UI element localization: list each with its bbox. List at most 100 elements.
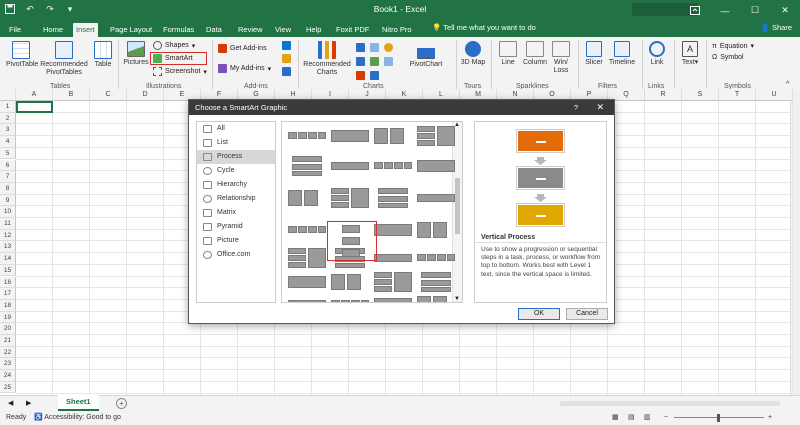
row-header[interactable]: 15 (0, 264, 16, 277)
layout-thumbnail[interactable] (374, 272, 412, 292)
column-header[interactable]: T (719, 89, 756, 101)
row-header[interactable]: 14 (0, 253, 16, 265)
layout-thumbnail[interactable] (374, 126, 412, 146)
text-button[interactable]: A Text▾ (678, 41, 702, 67)
tab-help[interactable]: Help (303, 23, 324, 37)
tab-formulas[interactable]: Formulas (160, 23, 197, 37)
row-header[interactable]: 20 (0, 323, 16, 335)
layout-thumbnail[interactable] (374, 248, 412, 268)
row-header[interactable]: 1 (0, 101, 16, 113)
row-header[interactable]: 6 (0, 159, 16, 172)
hierarchy-chart-icon[interactable] (370, 43, 379, 52)
scroll-right-icon[interactable]: ▶ (26, 399, 31, 407)
horizontal-scrollbar[interactable] (560, 401, 780, 406)
layout-thumbnail[interactable] (288, 294, 326, 302)
sparkline-column-button[interactable]: Column (521, 41, 549, 67)
accessibility-status[interactable]: ♿ Accessibility: Good to go (34, 411, 121, 425)
row-header[interactable]: 5 (0, 147, 16, 160)
tab-file[interactable]: File (6, 23, 24, 37)
category-office-com[interactable]: Office.com (197, 248, 275, 262)
layout-thumbnail[interactable] (417, 156, 455, 176)
column-header[interactable]: B (53, 89, 90, 101)
collapse-ribbon-icon[interactable]: ^ (786, 81, 789, 88)
row-header[interactable]: 16 (0, 276, 16, 289)
maximize-icon[interactable]: ☐ (740, 0, 770, 21)
layout-thumbnail[interactable] (417, 220, 455, 240)
tab-home[interactable]: Home (40, 23, 66, 37)
layout-thumbnail[interactable] (417, 126, 455, 146)
tab-page-layout[interactable]: Page Layout (107, 23, 155, 37)
column-header[interactable]: A (16, 89, 53, 101)
layout-thumbnail[interactable] (331, 272, 369, 292)
recommended-pivottables-button[interactable]: Recommended PivotTables (40, 41, 88, 77)
layout-thumbnail[interactable] (288, 220, 326, 240)
category-matrix[interactable]: Matrix (197, 206, 275, 220)
timeline-button[interactable]: Timeline (607, 41, 637, 67)
column-header[interactable]: D (127, 89, 164, 101)
zoom-in-icon[interactable]: + (768, 411, 772, 425)
tab-view[interactable]: View (272, 23, 294, 37)
row-header[interactable]: 2 (0, 112, 16, 125)
row-header[interactable]: 21 (0, 335, 16, 347)
symbol-button[interactable]: Ω Symbol (712, 54, 744, 61)
people-graph-icon[interactable] (282, 54, 291, 63)
column-header[interactable]: U (756, 89, 793, 101)
minimize-icon[interactable]: — (710, 0, 740, 21)
category-relationship[interactable]: Relationship (197, 192, 275, 206)
row-header[interactable]: 25 (0, 381, 16, 394)
screenshot-button[interactable]: Screenshot ▾ (153, 67, 207, 76)
row-header[interactable]: 18 (0, 299, 16, 312)
page-break-view-icon[interactable]: ▥ (644, 411, 651, 425)
layout-thumbnail[interactable] (288, 156, 326, 176)
pie-chart-icon[interactable] (384, 43, 393, 52)
row-header[interactable]: 4 (0, 136, 16, 148)
row-header[interactable]: 19 (0, 311, 16, 324)
row-header[interactable]: 10 (0, 206, 16, 218)
category-list-item[interactable]: List (197, 136, 275, 150)
column-header[interactable]: R (645, 89, 682, 101)
line-chart-icon[interactable] (356, 57, 365, 66)
sparkline-line-button[interactable]: Line (496, 41, 520, 67)
shapes-button[interactable]: Shapes ▾ (153, 41, 195, 50)
get-addins-button[interactable]: Get Add-ins (218, 44, 267, 53)
layout-thumbnail[interactable] (288, 248, 326, 268)
column-chart-icon[interactable] (356, 43, 365, 52)
row-header[interactable]: 11 (0, 218, 16, 230)
active-cell[interactable] (16, 101, 53, 113)
layout-thumbnail[interactable] (331, 294, 369, 302)
tab-review[interactable]: Review (235, 23, 266, 37)
share-button[interactable]: 👤 Share (761, 23, 792, 32)
row-header[interactable]: 12 (0, 229, 16, 242)
zoom-thumb[interactable] (717, 414, 720, 422)
row-header[interactable]: 9 (0, 194, 16, 207)
layout-thumbnail[interactable] (417, 294, 455, 302)
add-sheet-button[interactable]: + (116, 398, 127, 409)
category-picture[interactable]: Picture (197, 234, 275, 248)
sheet-tab-sheet1[interactable]: Sheet1 (58, 395, 99, 411)
layout-thumbnail[interactable] (374, 188, 412, 208)
visio-icon[interactable] (282, 67, 291, 76)
normal-view-icon[interactable]: ▦ (612, 411, 619, 425)
ok-button[interactable]: OK (518, 308, 560, 320)
pivotchart-button[interactable]: PivotChart (406, 41, 446, 69)
bing-maps-icon[interactable] (282, 41, 291, 50)
category-all[interactable]: All (197, 122, 275, 136)
scroll-left-icon[interactable]: ◀ (8, 399, 13, 407)
my-addins-button[interactable]: My Add-ins ▾ (218, 64, 271, 73)
layout-thumbnail[interactable] (288, 126, 326, 146)
cancel-button[interactable]: Cancel (566, 308, 608, 320)
column-header[interactable]: S (682, 89, 719, 101)
3d-map-button[interactable]: 3D Map (460, 41, 486, 67)
tab-nitro-pro[interactable]: Nitro Pro (379, 23, 415, 37)
layout-thumbnail[interactable] (417, 272, 455, 292)
scatter-chart-icon[interactable] (384, 57, 393, 66)
recommended-charts-button[interactable]: Recommended Charts (302, 41, 352, 77)
sparkline-winloss-button[interactable]: Win/ Loss (550, 41, 572, 75)
pivottable-button[interactable]: PivotTable (6, 41, 38, 69)
row-header[interactable]: 22 (0, 346, 16, 359)
tab-insert[interactable]: Insert (73, 23, 98, 37)
help-button[interactable]: ? (574, 100, 578, 115)
layout-thumbnail[interactable] (417, 188, 455, 208)
column-header[interactable]: C (90, 89, 127, 101)
select-all-corner[interactable] (0, 89, 16, 101)
